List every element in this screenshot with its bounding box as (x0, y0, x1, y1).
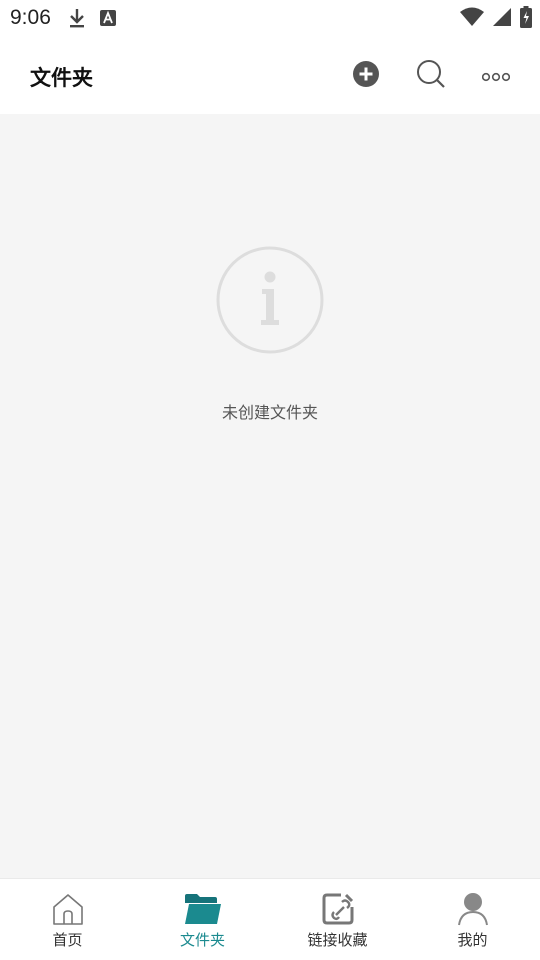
folder-list-area: 未创建文件夹 (0, 114, 540, 878)
nav-item-home[interactable]: 首页 (0, 879, 135, 960)
signal-icon (492, 7, 512, 31)
text-a-icon (100, 10, 116, 30)
more-button[interactable] (476, 56, 516, 96)
page-title: 文件夹 (30, 66, 93, 90)
status-bar: 9:06 (0, 0, 540, 36)
link-edit-icon (319, 891, 357, 927)
home-icon (49, 891, 87, 927)
nav-label-profile: 我的 (457, 931, 488, 949)
nav-label-link-favorites: 链接收藏 (307, 931, 368, 949)
nav-label-folder: 文件夹 (179, 931, 225, 949)
search-icon (416, 59, 446, 93)
search-button[interactable] (411, 56, 451, 96)
empty-state-text: 未创建文件夹 (221, 403, 318, 422)
wifi-icon (460, 7, 484, 31)
status-right-icons (460, 6, 532, 32)
nav-item-link-favorites[interactable]: 链接收藏 (270, 879, 405, 960)
nav-item-profile[interactable]: 我的 (405, 879, 540, 960)
user-icon (454, 891, 492, 927)
bottom-nav: 首页 文件夹 链接收藏 我的 (0, 878, 540, 960)
add-folder-button[interactable] (346, 56, 386, 96)
download-icon (68, 8, 86, 32)
folder-icon (184, 891, 222, 927)
status-left-icons (68, 8, 116, 32)
add-circle-icon (352, 60, 380, 92)
info-icon (216, 246, 324, 354)
battery-charging-icon (520, 6, 532, 32)
more-icon (481, 67, 511, 86)
nav-item-folder[interactable]: 文件夹 (135, 879, 270, 960)
app-header: 文件夹 (0, 36, 540, 114)
status-time: 9:06 (10, 6, 51, 29)
nav-label-home: 首页 (52, 931, 83, 949)
